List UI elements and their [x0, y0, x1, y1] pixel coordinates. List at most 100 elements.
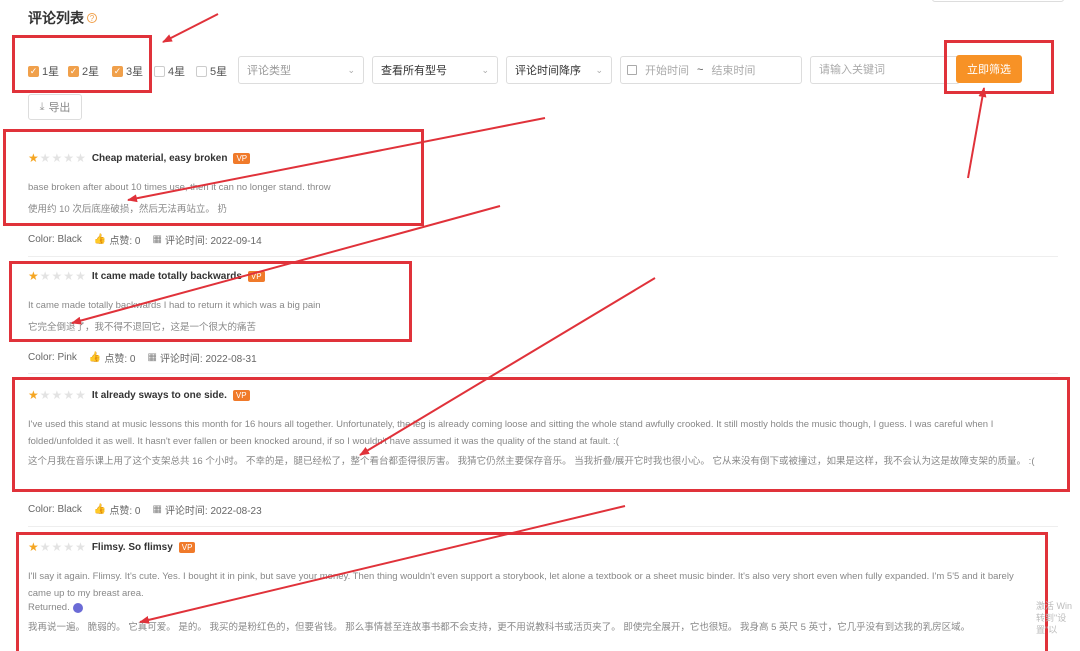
review-date-text: 评论时间: 2022-09-14: [164, 236, 262, 247]
review-meta: Color: Black 👍 点赞: 0 ▦ 评论时间: 2022-09-14: [28, 232, 262, 247]
star-rating: ★ ★ ★ ★ ★: [28, 270, 86, 282]
star-empty-icon: ★: [51, 269, 63, 283]
review-date: ▦ 评论时间: 2022-09-14: [152, 232, 261, 247]
review-meta: Color: Black 👍 点赞: 0 ▦ 评论时间: 2022-08-23: [28, 502, 262, 517]
filter-now-button[interactable]: 立即筛选: [956, 55, 1022, 83]
star-filter-1[interactable]: ✓ 1星: [28, 63, 59, 79]
review-text-en: I've used this stand at music lessons th…: [28, 419, 994, 447]
top-right-control[interactable]: [932, 0, 1064, 2]
review-text-cn: 这个月我在音乐课上用了这个支架总共 16 个小时。 不幸的是，腿已经松了，整个看…: [28, 456, 1035, 467]
review-header: ★ ★ ★ ★ ★ It already sways to one side. VP: [28, 388, 1058, 402]
review-date: ▦ 评论时间: 2022-08-23: [152, 502, 261, 517]
watermark-line-1: 激活 Win: [1036, 601, 1073, 611]
chevron-down-icon: ⌄: [347, 64, 355, 75]
review-text-cn: 我再说一遍。 脆弱的。 它真可爱。 是的。 我买的是粉红色的，但要省钱。 那么事…: [28, 622, 971, 633]
star-filter-label: 1星: [42, 66, 60, 78]
divider: [28, 526, 1058, 527]
review-title: It already sways to one side.: [91, 389, 227, 401]
star-filled-icon: ★: [28, 388, 39, 402]
review-color: Color: Black: [28, 234, 82, 245]
vp-badge: VP: [232, 389, 250, 401]
model-select[interactable]: 查看所有型号 ⌄: [372, 56, 498, 84]
checkbox-checked-icon[interactable]: ✓: [28, 65, 39, 77]
star-filter-label: 4星: [168, 66, 186, 78]
chevron-down-icon: ⌄: [481, 64, 489, 75]
export-button[interactable]: ⤓ 导出: [28, 94, 82, 120]
star-empty-icon: ★: [51, 388, 63, 402]
review-date-text: 评论时间: 2022-08-23: [164, 506, 262, 517]
star-filter-4[interactable]: 4星: [154, 63, 185, 79]
star-empty-icon: ★: [63, 151, 75, 165]
keyword-input[interactable]: [810, 56, 960, 84]
review-header: ★ ★ ★ ★ ★ It came made totally backwards VP: [28, 269, 408, 283]
sort-select-value: 评论时间降序: [515, 65, 581, 77]
model-select-value: 查看所有型号: [381, 65, 447, 77]
star-empty-icon: ★: [51, 151, 63, 165]
checkbox-unchecked-icon[interactable]: [154, 65, 165, 77]
review-item: ★ ★ ★ ★ ★ Cheap material, easy broken VP bas…: [28, 151, 428, 218]
download-icon: ⤓: [39, 100, 45, 113]
star-filter-5[interactable]: 5星: [196, 63, 227, 79]
calendar-icon: [627, 65, 637, 75]
review-title: It came made totally backwards: [91, 270, 242, 282]
date-end-input[interactable]: 结束时间: [711, 62, 755, 78]
like-count[interactable]: 👍 点赞: 0: [89, 350, 136, 365]
question-circle-icon[interactable]: ?: [87, 13, 97, 23]
calendar-icon: ▦: [152, 234, 162, 245]
like-count-text: 点赞: 0: [109, 236, 141, 247]
star-filter-3[interactable]: ✓ 3星: [112, 63, 143, 79]
calendar-icon: ▦: [152, 504, 162, 515]
star-empty-icon: ★: [51, 540, 63, 554]
star-filled-icon: ★: [28, 151, 39, 165]
chevron-down-icon: ⌄: [595, 64, 603, 75]
star-rating: ★ ★ ★ ★ ★: [28, 152, 86, 164]
like-count[interactable]: 👍 点赞: 0: [94, 502, 141, 517]
review-header: ★ ★ ★ ★ ★ Flimsy. So flimsy VP: [28, 540, 1038, 554]
star-rating: ★ ★ ★ ★ ★: [28, 541, 86, 553]
star-filled-icon: ★: [28, 540, 39, 554]
review-type-value: 评论类型: [247, 65, 291, 77]
calendar-icon: ▦: [147, 352, 157, 363]
review-text-en: It came made totally backwards I had to …: [28, 300, 321, 311]
star-empty-icon: ★: [75, 269, 86, 283]
star-empty-icon: ★: [39, 151, 51, 165]
activation-watermark: 激活 Win 转到"设置"以: [1036, 600, 1080, 636]
checkbox-checked-icon[interactable]: ✓: [68, 65, 79, 77]
thumbs-up-icon: 👍: [88, 352, 102, 363]
like-count[interactable]: 👍 点赞: 0: [94, 232, 141, 247]
watermark-line-2: 转到"设置"以: [1036, 613, 1067, 635]
arrow-2: [967, 87, 987, 179]
date-separator: ~: [697, 64, 704, 76]
date-start-input[interactable]: 开始时间: [645, 62, 689, 78]
arrow-1: [162, 13, 219, 43]
vp-badge: VP: [178, 541, 196, 553]
sort-select[interactable]: 评论时间降序 ⌄: [506, 56, 612, 84]
export-button-label: 导出: [48, 102, 71, 114]
returned-text: Returned.: [28, 602, 70, 613]
date-range-picker[interactable]: 开始时间 ~ 结束时间: [620, 56, 802, 84]
star-empty-icon: ★: [63, 388, 75, 402]
star-empty-icon: ★: [39, 388, 51, 402]
star-empty-icon: ★: [39, 269, 51, 283]
thumbs-up-icon: 👍: [93, 234, 107, 245]
checkbox-unchecked-icon[interactable]: [196, 65, 207, 77]
star-empty-icon: ★: [75, 540, 86, 554]
like-count-text: 点赞: 0: [104, 354, 136, 365]
review-text-en: base broken after about 10 times use, th…: [28, 182, 331, 193]
review-date: ▦ 评论时间: 2022-08-31: [147, 350, 256, 365]
page-title: 评论列表 ?: [28, 8, 97, 28]
vp-badge: VP: [233, 152, 251, 164]
review-item: ★ ★ ★ ★ ★ Flimsy. So flimsy VP I'll say it a…: [28, 540, 1038, 636]
page-title-text: 评论列表: [28, 10, 84, 26]
star-filter-label: 3星: [126, 66, 144, 78]
review-text-cn: 它完全倒退了，我不得不退回它，这是一个很大的痛苦: [28, 322, 257, 333]
vp-badge: VP: [247, 270, 265, 282]
star-empty-icon: ★: [63, 540, 75, 554]
checkbox-checked-icon[interactable]: ✓: [112, 65, 123, 77]
star-filter-label: 2星: [82, 66, 100, 78]
review-text-cn: 使用约 10 次后底座破损，然后无法再站立。 扔: [28, 204, 227, 215]
filter-bar: ✓ 1星 ✓ 2星 ✓ 3星 4星 5星 评论类型 ⌄ 查看所有型号 ⌄ 评论时…: [28, 55, 1058, 84]
review-type-select[interactable]: 评论类型 ⌄: [238, 56, 364, 84]
star-filter-2[interactable]: ✓ 2星: [68, 63, 99, 79]
star-filled-icon: ★: [28, 269, 39, 283]
